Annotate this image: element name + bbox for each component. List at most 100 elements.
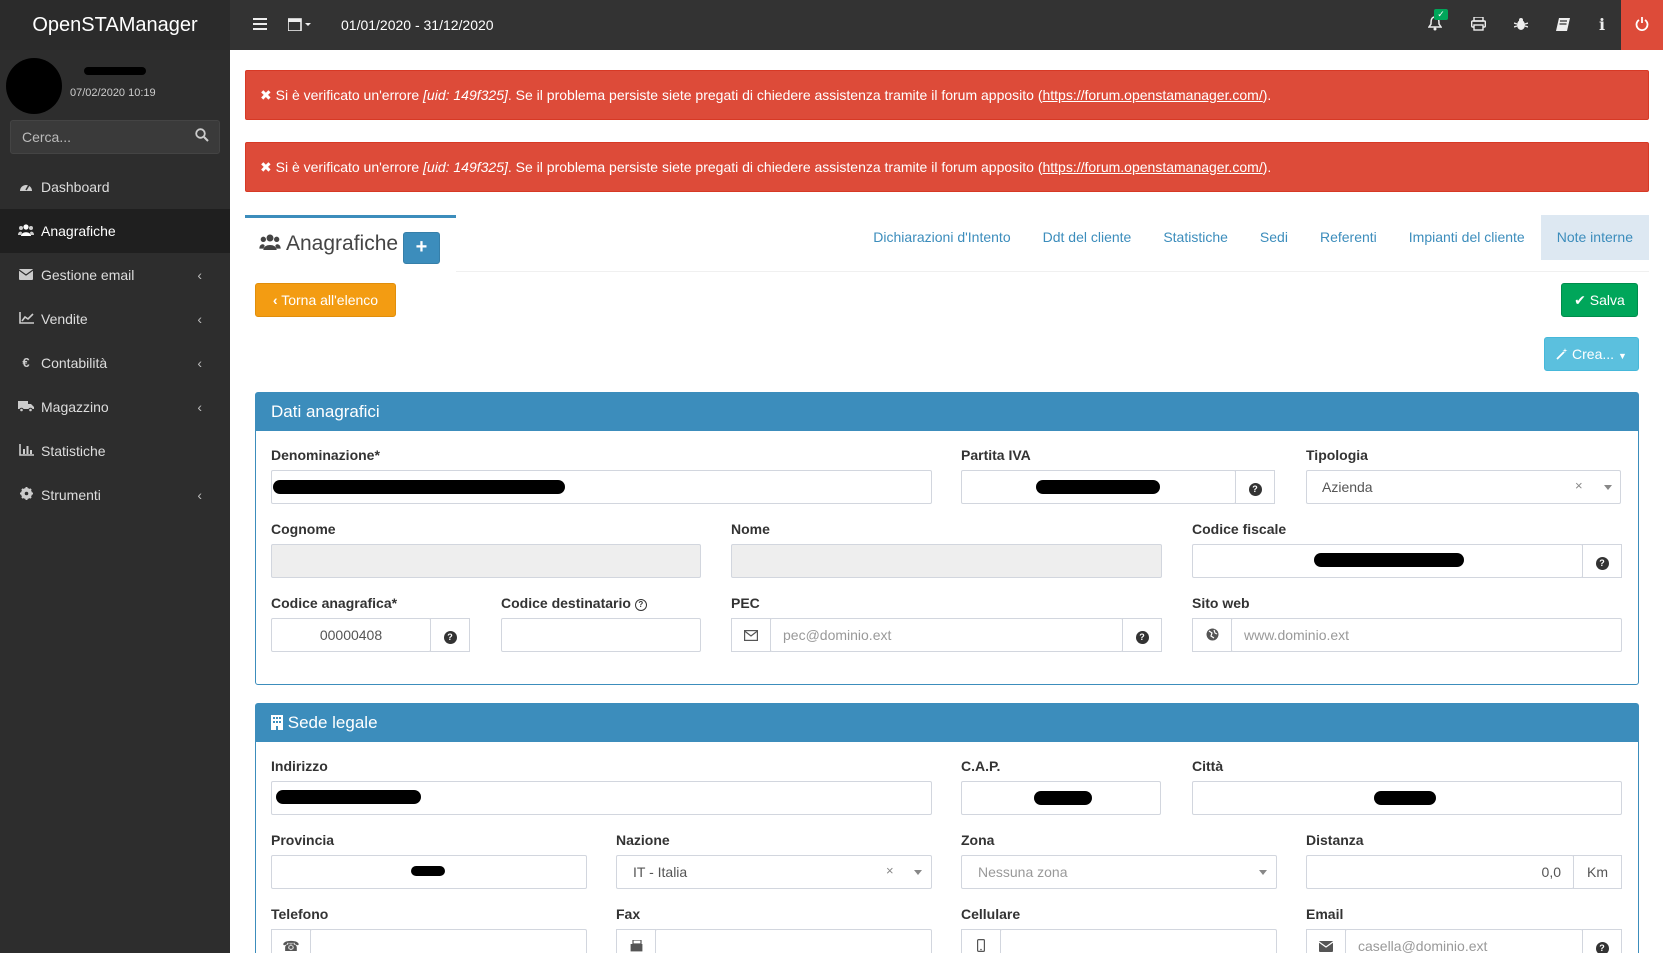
add-button[interactable]: + — [403, 232, 440, 264]
app-logo[interactable]: OpenSTAManager — [0, 0, 230, 50]
codice-destinatario-input[interactable] — [501, 618, 701, 652]
nazione-select[interactable]: IT - Italia — [616, 855, 932, 889]
label-text: Codice destinatario — [501, 595, 631, 611]
search-input[interactable] — [11, 121, 181, 153]
print-icon[interactable] — [1467, 0, 1489, 50]
forum-link[interactable]: https://forum.openstamanager.com/ — [1042, 159, 1262, 175]
caret-down-icon — [914, 870, 922, 875]
pec-help[interactable]: ? — [1122, 618, 1162, 652]
bug-icon[interactable] — [1510, 0, 1532, 50]
cog-icon — [17, 473, 35, 517]
phone-icon: ☎ — [271, 929, 311, 953]
tab-links: Dichiarazioni d'Intento Ddt del cliente … — [857, 215, 1649, 260]
sidebar-item-vendite[interactable]: Vendite ‹ — [0, 297, 230, 341]
alert-text: . Se il problema persiste siete pregati … — [507, 159, 1043, 175]
panel-title: Dati anagrafici — [256, 393, 1638, 431]
users-icon — [259, 234, 281, 255]
tab-main[interactable]: Anagrafiche + — [245, 215, 456, 272]
indirizzo-label: Indirizzo — [271, 758, 328, 774]
alert-text: Si è verificato un'errore — [275, 87, 424, 103]
tab-impianti-cliente[interactable]: Impianti del cliente — [1393, 215, 1541, 260]
sidebar-item-label: Gestione email — [41, 267, 135, 283]
info-icon[interactable]: i — [1593, 0, 1611, 50]
power-icon[interactable] — [1621, 0, 1663, 50]
button-label: Torna all'elenco — [281, 292, 379, 308]
redacted-value — [1374, 791, 1436, 805]
nome-input[interactable] — [731, 544, 1162, 578]
telefono-input[interactable] — [310, 929, 587, 953]
email-placeholder: casella@dominio.ext — [1358, 938, 1488, 953]
sidebar-item-label: Magazzino — [41, 399, 109, 415]
calendar-icon[interactable] — [285, 0, 315, 50]
forum-link[interactable]: https://forum.openstamanager.com/ — [1042, 87, 1262, 103]
search-icon[interactable] — [195, 128, 209, 146]
zona-select[interactable]: Nessuna zona — [961, 855, 1277, 889]
sidebar-item-anagrafiche[interactable]: Anagrafiche — [0, 209, 230, 253]
email-help[interactable]: ? — [1582, 929, 1622, 953]
codice-anagrafica-help[interactable]: ? — [430, 618, 470, 652]
sidebar-item-gestione-email[interactable]: Gestione email ‹ — [0, 253, 230, 297]
alert-text: Si è verificato un'errore — [275, 159, 424, 175]
fax-input[interactable] — [655, 929, 932, 953]
bell-icon[interactable] — [1424, 0, 1446, 50]
envelope-icon — [17, 253, 35, 297]
sidebar-item-strumenti[interactable]: Strumenti ‹ — [0, 473, 230, 517]
alert-uid: [uid: 149f325] — [423, 159, 508, 175]
codice-anagrafica-label: Codice anagrafica* — [271, 595, 398, 611]
sidebar-item-magazzino[interactable]: Magazzino ‹ — [0, 385, 230, 429]
nome-label: Nome — [731, 521, 770, 537]
avatar[interactable] — [6, 58, 62, 114]
envelope-icon — [731, 618, 771, 652]
chevron-left-icon: ‹ — [197, 267, 202, 283]
book-icon[interactable] — [1552, 0, 1574, 50]
create-dropdown-button[interactable]: Crea... ▼ — [1544, 337, 1639, 371]
sito-web-label: Sito web — [1192, 595, 1250, 611]
question-circle-icon[interactable]: ? — [634, 599, 647, 611]
tab-statistiche[interactable]: Statistiche — [1147, 215, 1244, 260]
pec-label: PEC — [731, 595, 760, 611]
sidebar-item-statistiche[interactable]: Statistiche — [0, 429, 230, 473]
redacted-value — [1314, 553, 1464, 567]
bar-chart-icon — [17, 429, 35, 473]
tipologia-select[interactable]: Azienda — [1306, 470, 1621, 504]
tab-dichiarazioni-intento[interactable]: Dichiarazioni d'Intento — [857, 215, 1026, 260]
main-content: ✖ Si è verificato un'errore [uid: 149f32… — [230, 50, 1663, 953]
clear-icon[interactable]: × — [886, 863, 894, 878]
tab-referenti[interactable]: Referenti — [1304, 215, 1393, 260]
button-label: Crea... — [1572, 346, 1615, 362]
alert-uid: [uid: 149f325] — [423, 87, 508, 103]
notification-check-icon: ✓ — [1434, 9, 1448, 20]
back-to-list-button[interactable]: ‹ Torna all'elenco — [255, 283, 396, 317]
cap-label: C.A.P. — [961, 758, 1001, 774]
pec-input[interactable]: pec@dominio.ext — [770, 618, 1123, 652]
tab-note-interne[interactable]: Note interne — [1540, 215, 1649, 260]
sidebar-item-contabilita[interactable]: € Contabilità ‹ — [0, 341, 230, 385]
error-alert: ✖ Si è verificato un'errore [uid: 149f32… — [245, 142, 1649, 192]
citta-label: Città — [1192, 758, 1224, 774]
partita-iva-help[interactable]: ? — [1235, 470, 1275, 504]
distanza-input[interactable]: 0,0 — [1306, 855, 1574, 889]
telefono-label: Telefono — [271, 906, 329, 922]
user-panel: 07/02/2020 10:19 — [0, 50, 230, 115]
cellulare-input[interactable] — [1000, 929, 1277, 953]
hamburger-icon[interactable] — [248, 0, 272, 50]
chevron-left-icon: ‹ — [197, 311, 202, 327]
question-circle-icon: ? — [1135, 631, 1149, 644]
redacted-value — [1036, 480, 1160, 494]
save-button[interactable]: ✔ Salva — [1561, 283, 1638, 317]
users-icon — [17, 209, 35, 253]
tab-sedi[interactable]: Sedi — [1244, 215, 1304, 260]
email-input[interactable]: casella@dominio.ext — [1345, 929, 1583, 953]
cognome-input[interactable] — [271, 544, 701, 578]
sito-web-input[interactable]: www.dominio.ext — [1231, 618, 1622, 652]
chevron-left-icon: ‹ — [197, 399, 202, 415]
date-range[interactable]: 01/01/2020 - 31/12/2020 — [341, 0, 494, 50]
codice-anagrafica-input[interactable]: 00000408 — [271, 618, 431, 652]
clear-icon[interactable]: × — [1575, 478, 1583, 493]
codice-fiscale-help[interactable]: ? — [1582, 544, 1622, 578]
sidebar-item-dashboard[interactable]: Dashboard — [0, 165, 230, 209]
error-alert: ✖ Si è verificato un'errore [uid: 149f32… — [245, 70, 1649, 120]
alert-text: ). — [1262, 87, 1272, 103]
tab-ddt-cliente[interactable]: Ddt del cliente — [1027, 215, 1148, 260]
top-navbar: OpenSTAManager 01/01/2020 - 31/12/2020 ✓… — [0, 0, 1663, 50]
